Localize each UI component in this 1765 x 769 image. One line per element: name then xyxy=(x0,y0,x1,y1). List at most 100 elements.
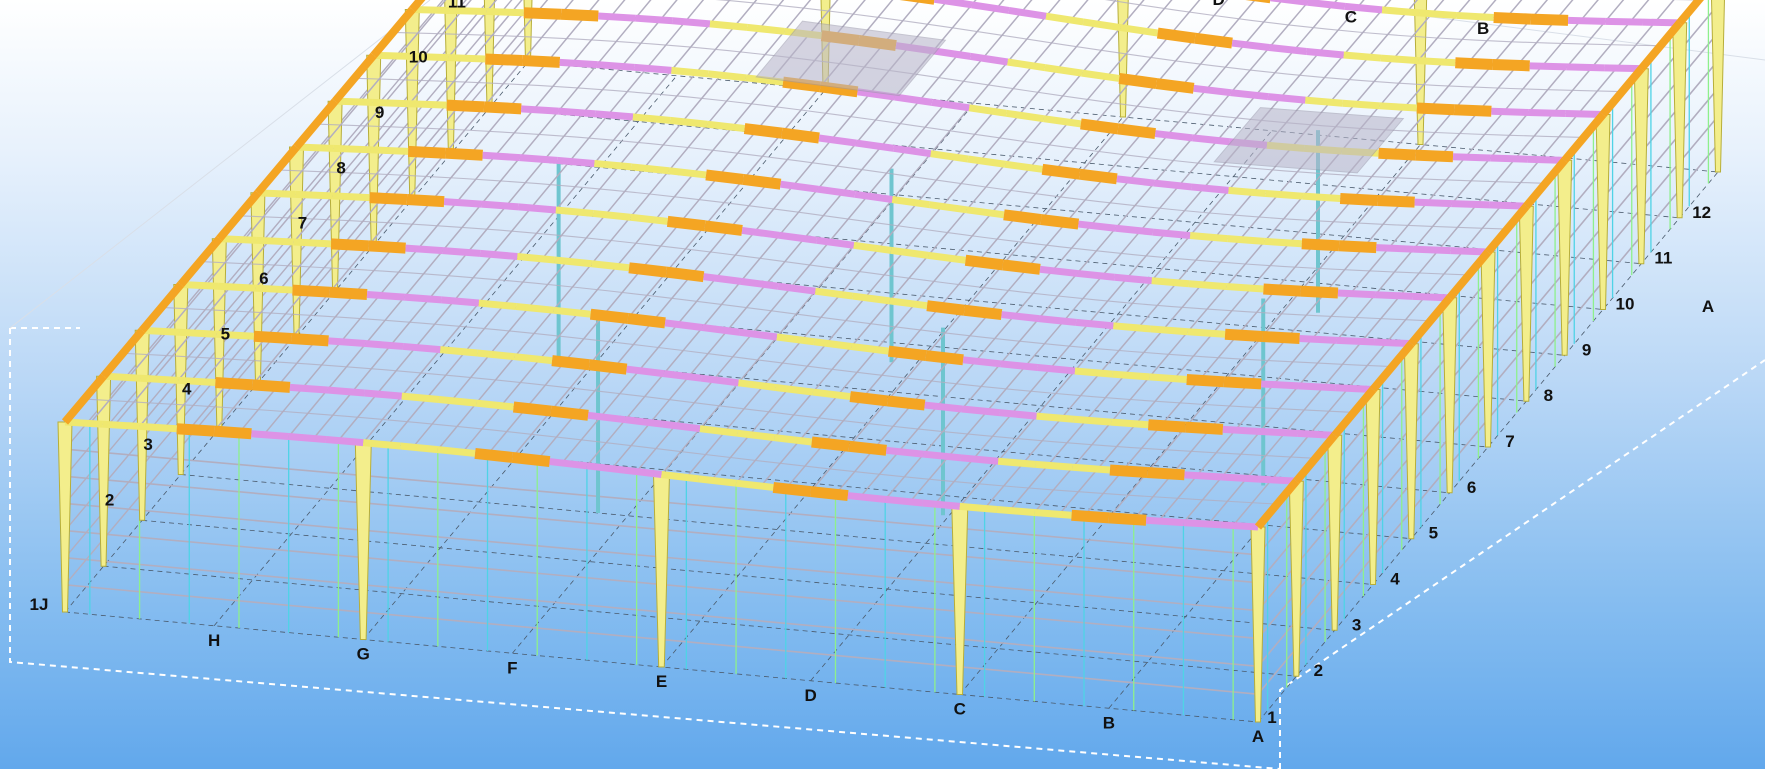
roof-rafter xyxy=(1268,44,1307,55)
roof-rafter xyxy=(1036,412,1075,423)
roof-purlin xyxy=(277,169,1469,276)
grid-label: H xyxy=(208,631,220,650)
grid-label: 9 xyxy=(375,103,384,122)
roof-rafter xyxy=(811,436,850,452)
roof-rafter xyxy=(633,63,672,74)
roof-rafter xyxy=(1150,325,1189,336)
roof-rafter xyxy=(923,450,962,462)
roof-rafter xyxy=(959,502,998,514)
grid-label: 3 xyxy=(143,435,152,454)
roof-rafter xyxy=(960,454,999,465)
steel-frame-model[interactable]: 1JHGFEDCBA2345678910111213 J123456789101… xyxy=(0,0,1765,769)
roof-rafter xyxy=(1002,259,1041,275)
roof-rafter xyxy=(1038,315,1077,326)
roof-rafter xyxy=(1416,102,1455,116)
roof-rafter xyxy=(709,20,748,31)
roof-rafter xyxy=(668,167,707,179)
roof-rafter xyxy=(781,127,820,144)
roof-rafter xyxy=(518,203,557,214)
roof-rafter xyxy=(141,326,180,336)
roof-rafter xyxy=(560,8,599,22)
roof-rafter xyxy=(1417,57,1456,67)
roof-rafter xyxy=(629,213,668,225)
roof-rafter xyxy=(1565,110,1604,118)
roof-rafter xyxy=(1222,425,1261,435)
roof-purlin xyxy=(238,215,1431,322)
steel-column xyxy=(1633,68,1649,265)
roof-rafter xyxy=(741,226,780,239)
grid-label: 5 xyxy=(221,324,230,343)
roof-rafter xyxy=(486,8,524,17)
grid-label: 4 xyxy=(1390,570,1400,589)
roof-rafter xyxy=(1003,209,1042,226)
bbox-right-edge xyxy=(1279,359,1765,769)
roof-rafter xyxy=(595,110,634,121)
roof-rafter xyxy=(1116,175,1155,187)
roof-rafter xyxy=(1378,147,1417,161)
roof-rafter xyxy=(735,479,774,491)
roof-rafter xyxy=(517,253,555,264)
roof-rafter xyxy=(1080,118,1119,135)
roof-rafter xyxy=(1419,9,1457,19)
roof-rafter xyxy=(295,190,333,200)
roof-rafter xyxy=(1453,104,1492,117)
roof-rafter xyxy=(1381,6,1420,17)
roof-rafter xyxy=(1263,283,1302,297)
roof-rafter xyxy=(894,93,933,106)
steel-column xyxy=(1403,343,1419,540)
roof-rafter xyxy=(666,215,706,232)
roof-rafter xyxy=(412,6,450,14)
steel-column xyxy=(1518,205,1534,402)
roof-rafter xyxy=(1492,58,1530,72)
roof-rafter xyxy=(511,451,551,468)
roof-rafter xyxy=(520,105,559,115)
roof-rafter xyxy=(217,282,256,292)
roof-rafter xyxy=(1488,201,1527,210)
roof-rafter xyxy=(963,304,1003,321)
roof-rafter xyxy=(635,14,673,25)
roof-rafter xyxy=(334,97,373,106)
grid-label: 4 xyxy=(182,380,192,399)
roof-rafter xyxy=(1113,322,1151,333)
roof-rafter xyxy=(256,236,294,246)
floor-gridline-number xyxy=(103,565,1297,677)
roof-rafter xyxy=(406,194,445,208)
roof-rafter xyxy=(1258,475,1297,485)
roof-rafter xyxy=(1039,265,1078,277)
roof-platform xyxy=(1213,107,1405,174)
roof-rafter xyxy=(700,374,739,387)
roof-rafter xyxy=(1342,99,1380,110)
grid-label: 2 xyxy=(1314,661,1323,680)
roof-rafter xyxy=(632,113,671,124)
roof-rafter xyxy=(1078,220,1117,232)
steel-column xyxy=(1365,389,1381,585)
roof-rafter xyxy=(1190,183,1229,194)
roof-rafter xyxy=(774,434,813,446)
roof-rafter xyxy=(1300,285,1339,299)
roof-rafter xyxy=(810,486,849,502)
roof-rafter xyxy=(446,99,485,113)
grid-label: 9 xyxy=(1582,340,1591,359)
roof-purlin xyxy=(1083,0,1523,517)
roof-rafter xyxy=(1452,153,1491,162)
roof-rafter xyxy=(1152,228,1191,240)
roof-rafter xyxy=(255,284,293,294)
roof-rafter xyxy=(179,328,217,338)
roof-rafter xyxy=(1192,134,1231,146)
roof-rafter xyxy=(549,458,588,470)
roof-rafter xyxy=(64,418,103,428)
roof-rafter xyxy=(522,55,561,68)
roof-rafter xyxy=(626,365,665,378)
roof-rafter xyxy=(373,51,411,60)
grid-label: C xyxy=(954,700,966,719)
roof-rafter xyxy=(962,356,1001,368)
3d-model-viewport[interactable]: 1JHGFEDCBA2345678910111213 J123456789101… xyxy=(0,0,1765,769)
roof-rafter xyxy=(662,420,701,433)
roof-rafter xyxy=(1305,96,1343,107)
roof-rafter xyxy=(366,291,405,301)
roof-rafter xyxy=(884,495,923,507)
grid-label: 10 xyxy=(1616,295,1635,314)
grid-label: 7 xyxy=(1505,432,1514,451)
roof-rafter xyxy=(326,386,365,397)
roof-rafter xyxy=(1298,382,1336,392)
